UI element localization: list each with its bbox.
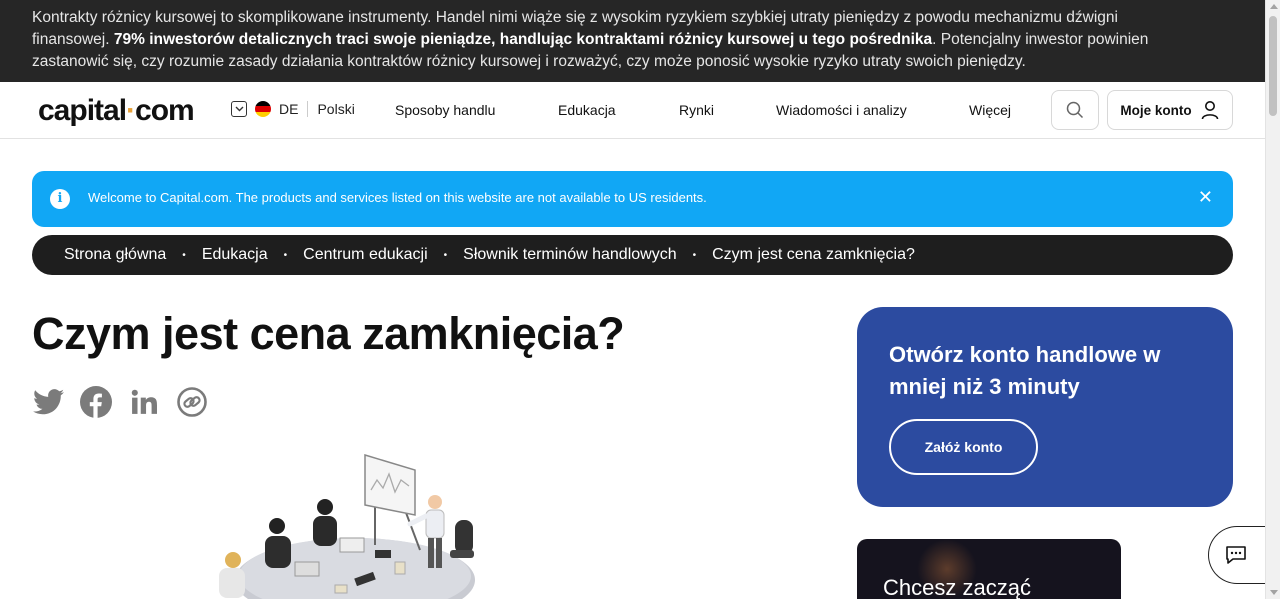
- search-button[interactable]: [1051, 90, 1099, 130]
- breadcrumb-item-education-center[interactable]: Centrum edukacji: [303, 246, 428, 264]
- logo-part1: capital: [38, 94, 127, 127]
- site-header: capital·com DE Polski Sposoby handlu Edu…: [0, 82, 1265, 139]
- nav-wiecej[interactable]: Więcej: [969, 102, 1011, 118]
- secondary-promo-card[interactable]: Chcesz zacząć: [857, 539, 1121, 599]
- meeting-illustration: [205, 450, 490, 599]
- create-account-button[interactable]: Załóż konto: [889, 419, 1038, 475]
- facebook-icon[interactable]: [80, 386, 112, 418]
- logo[interactable]: capital·com: [38, 94, 195, 128]
- logo-part2: com: [135, 94, 195, 127]
- search-icon: [1066, 101, 1084, 119]
- germany-flag-icon: [255, 101, 271, 117]
- language-selector[interactable]: DE Polski: [231, 101, 355, 117]
- logo-dot: ·: [126, 94, 136, 127]
- risk-warning-banner: Kontrakty różnicy kursowej to skomplikow…: [0, 0, 1265, 82]
- region-code: DE: [279, 101, 299, 117]
- breadcrumb-separator: •: [443, 249, 448, 261]
- us-residents-notice: i Welcome to Capital.com. The products a…: [32, 171, 1233, 227]
- breadcrumb: Strona główna • Edukacja • Centrum eduka…: [32, 235, 1233, 275]
- breadcrumb-item-current: Czym jest cena zamknięcia?: [712, 246, 915, 263]
- breadcrumb-separator: •: [182, 249, 186, 261]
- secondary-promo-text: Chcesz zacząć: [883, 575, 1031, 599]
- chat-icon: [1226, 546, 1246, 564]
- nav-sposoby-handlu[interactable]: Sposoby handlu: [395, 102, 495, 118]
- notice-text: Welcome to Capital.com. The products and…: [88, 190, 707, 205]
- language-label: Polski: [317, 101, 355, 117]
- share-bar: [32, 386, 208, 418]
- scroll-down-arrow-icon[interactable]: [1270, 590, 1278, 595]
- my-account-button[interactable]: Moje konto: [1107, 90, 1233, 130]
- twitter-icon[interactable]: [32, 386, 64, 418]
- promo-title: Otwórz konto handlowe w mniej niż 3 minu…: [889, 342, 1161, 399]
- chat-button[interactable]: [1208, 526, 1270, 584]
- copy-link-icon[interactable]: [176, 386, 208, 418]
- nav-rynki[interactable]: Rynki: [679, 102, 714, 118]
- breadcrumb-item-home[interactable]: Strona główna: [64, 246, 166, 264]
- breadcrumb-item-education[interactable]: Edukacja: [202, 246, 268, 264]
- open-account-promo: Otwórz konto handlowe w mniej niż 3 minu…: [857, 307, 1233, 507]
- risk-text-bold: 79% inwestorów detalicznych traci swoje …: [113, 31, 933, 48]
- nav-edukacja[interactable]: Edukacja: [558, 102, 616, 118]
- info-icon: i: [50, 189, 70, 209]
- linkedin-icon[interactable]: [128, 386, 160, 418]
- breadcrumb-separator: •: [692, 249, 697, 261]
- nav-wiadomosci[interactable]: Wiadomości i analizy: [776, 102, 907, 118]
- divider: [307, 101, 309, 117]
- my-account-label: Moje konto: [1120, 102, 1192, 118]
- close-icon[interactable]: ✕: [1198, 187, 1213, 208]
- user-icon: [1201, 101, 1218, 120]
- page-title: Czym jest cena zamknięcia?: [32, 308, 625, 359]
- page-scrollbar[interactable]: [1265, 0, 1280, 599]
- scrollbar-thumb[interactable]: [1269, 16, 1277, 116]
- scroll-up-arrow-icon[interactable]: [1270, 4, 1278, 9]
- breadcrumb-separator: •: [283, 249, 288, 261]
- breadcrumb-item-glossary[interactable]: Słownik terminów handlowych: [463, 246, 676, 264]
- chevron-down-icon: [231, 101, 247, 117]
